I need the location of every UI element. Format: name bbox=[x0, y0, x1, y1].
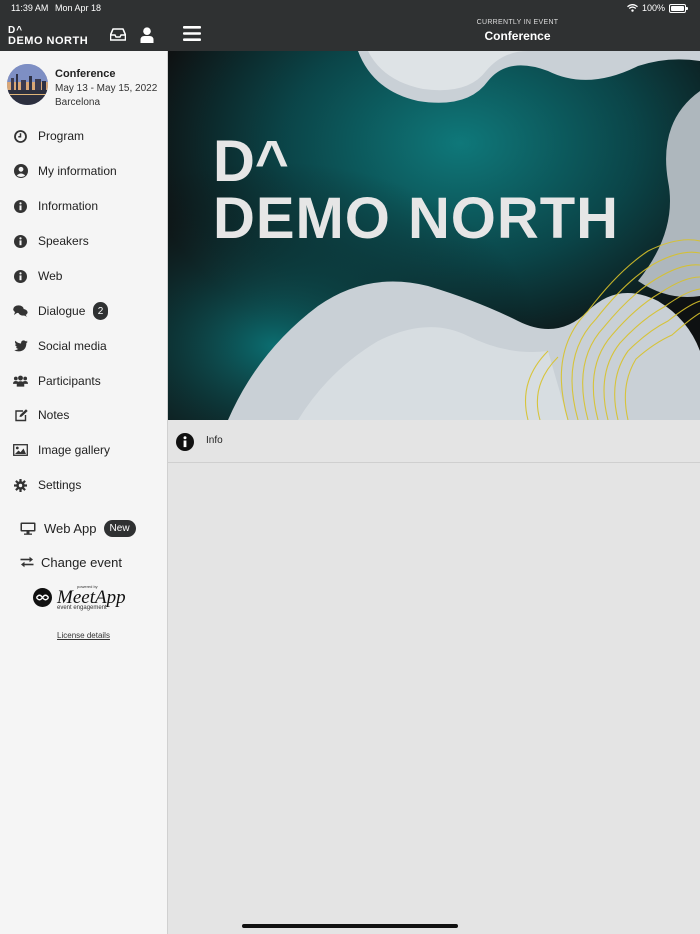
nav-label: Information bbox=[38, 199, 99, 213]
event-dates: May 13 - May 15, 2022 bbox=[55, 83, 158, 94]
nav-label: Web bbox=[38, 269, 63, 283]
info-icon bbox=[13, 199, 28, 214]
event-city: Barcelona bbox=[55, 97, 101, 108]
gear-icon bbox=[13, 478, 28, 493]
chat-icon bbox=[13, 304, 28, 319]
status-time: 11:39 AM bbox=[11, 3, 49, 13]
currently-label: CURRENTLY IN EVENT bbox=[476, 19, 559, 26]
license-details-link[interactable]: License details bbox=[0, 631, 167, 640]
nav-label: Image gallery bbox=[38, 443, 111, 457]
nav-label: Speakers bbox=[38, 234, 89, 248]
event-avatar bbox=[7, 64, 48, 105]
edit-icon bbox=[13, 408, 28, 423]
battery-icon bbox=[669, 3, 688, 13]
image-icon bbox=[13, 443, 28, 458]
battery-percent: 100% bbox=[641, 3, 665, 13]
nav-label: Dialogue bbox=[38, 304, 86, 318]
nav-item-settings[interactable]: Settings bbox=[0, 468, 167, 502]
inbox-icon[interactable] bbox=[110, 28, 126, 41]
app-logo: D^ DEMO NORTH bbox=[8, 26, 89, 47]
meetapp-logo: powered by MeetApp event engagement bbox=[32, 583, 142, 613]
web-app-label: Web App bbox=[44, 520, 97, 536]
status-date: Mon Apr 18 bbox=[55, 3, 102, 13]
clock-icon bbox=[13, 129, 28, 144]
nav-item-image-gallery[interactable]: Image gallery bbox=[0, 433, 167, 467]
nav-label: Program bbox=[38, 129, 85, 143]
current-event-title: Conference bbox=[484, 29, 551, 43]
nav-label: Participants bbox=[38, 374, 101, 388]
logo-line2: DEMO NORTH bbox=[8, 35, 89, 47]
nav-item-program[interactable]: Program bbox=[0, 119, 167, 153]
monitor-icon bbox=[20, 522, 36, 535]
profile-icon[interactable] bbox=[140, 27, 154, 43]
nav-item-web[interactable]: Web bbox=[0, 259, 167, 293]
banner-logo-line1: D^ bbox=[213, 129, 289, 194]
nav-label: Notes bbox=[38, 408, 70, 422]
hamburger-menu-icon[interactable] bbox=[183, 26, 201, 41]
info-label: Info bbox=[206, 435, 223, 446]
info-icon bbox=[13, 269, 28, 284]
dialogue-count-badge: 2 bbox=[93, 302, 108, 320]
swap-arrows-icon bbox=[20, 556, 34, 568]
event-name: Conference bbox=[55, 68, 116, 80]
nav-item-information[interactable]: Information bbox=[0, 189, 167, 223]
nav-label: My information bbox=[38, 164, 117, 178]
nav-item-my-information[interactable]: My information bbox=[0, 154, 167, 188]
nav-label: Social media bbox=[38, 339, 107, 353]
nav-item-participants[interactable]: Participants bbox=[0, 364, 167, 398]
users-icon bbox=[13, 374, 28, 389]
info-list-item[interactable]: Info bbox=[168, 420, 700, 463]
meetapp-tagline: event engagement bbox=[57, 605, 107, 611]
status-bar: 11:39 AM Mon Apr 18 100% bbox=[0, 0, 700, 18]
home-indicator[interactable] bbox=[242, 924, 458, 928]
event-card[interactable]: Conference May 13 - May 15, 2022 Barcelo… bbox=[0, 51, 167, 113]
wifi-icon bbox=[627, 4, 638, 12]
nav-item-dialogue[interactable]: Dialogue 2 bbox=[0, 294, 167, 328]
sidebar: Conference May 13 - May 15, 2022 Barcelo… bbox=[0, 51, 168, 934]
banner-logo-line2: DEMO NORTH bbox=[213, 186, 618, 251]
status-right: 100% bbox=[627, 3, 688, 13]
banner-art: D^ DEMO NORTH bbox=[168, 51, 700, 420]
nav-item-speakers[interactable]: Speakers bbox=[0, 224, 167, 258]
current-event-header: CURRENTLY IN EVENT Conference bbox=[440, 19, 595, 43]
meetapp-mark-icon bbox=[33, 588, 52, 607]
info-icon bbox=[176, 433, 194, 451]
info-icon bbox=[13, 234, 28, 249]
web-app-button[interactable]: Web App New bbox=[20, 516, 136, 540]
twitter-icon bbox=[13, 339, 28, 354]
nav-label: Settings bbox=[38, 478, 82, 492]
change-event-label: Change event bbox=[41, 554, 122, 570]
nav-item-social-media[interactable]: Social media bbox=[0, 329, 167, 363]
event-banner: D^ DEMO NORTH bbox=[168, 51, 700, 420]
change-event-button[interactable]: Change event bbox=[20, 551, 122, 573]
user-circle-icon bbox=[13, 164, 28, 179]
nav-item-notes[interactable]: Notes bbox=[0, 398, 167, 432]
new-badge: New bbox=[103, 519, 136, 537]
